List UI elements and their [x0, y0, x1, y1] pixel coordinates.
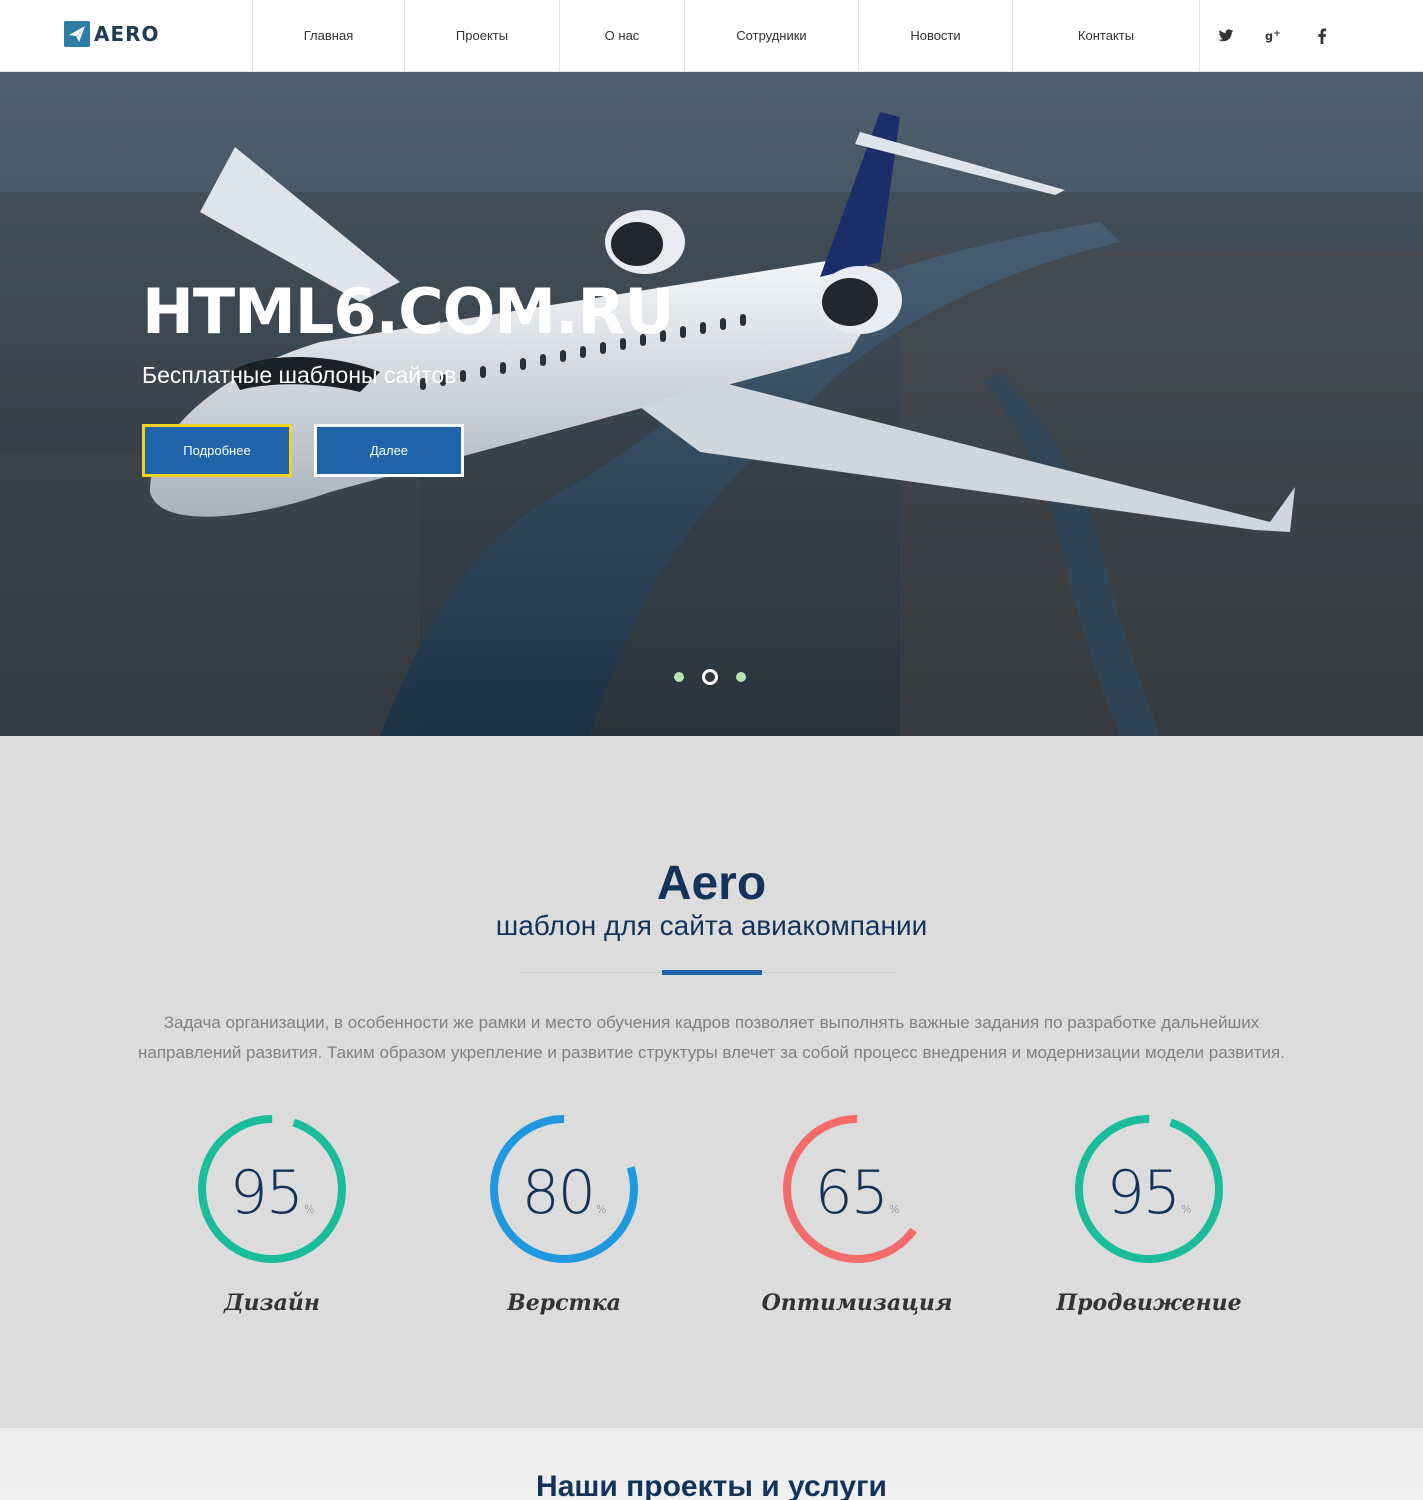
stat-promotion: 95% Продвижение — [1056, 1114, 1242, 1334]
facebook-icon[interactable] — [1311, 25, 1333, 47]
stat-label: Оптимизация — [761, 1290, 953, 1316]
slider-pagination — [674, 669, 746, 685]
stat-label: Дизайн — [224, 1290, 320, 1316]
logo-text: AERO — [94, 22, 160, 46]
hero-subtitle: Бесплатные шаблоны сайтов — [142, 362, 457, 388]
slide-dot-2-active[interactable] — [702, 669, 718, 685]
section-subtitle: шаблон для сайта авиакомпании — [495, 910, 928, 941]
services-section: Наши проекты и услуги — [0, 1428, 1423, 1500]
hero-title: HTML6.COM.RU — [142, 275, 675, 348]
stat-value: 95 — [229, 1158, 304, 1228]
stat-value: 80 — [521, 1158, 596, 1228]
slide-dot-1[interactable] — [674, 672, 684, 682]
stat-markup: 80% Верстка — [479, 1114, 649, 1334]
about-description: Задача организации, в особенности же рам… — [137, 1013, 1285, 1062]
divider-accent — [662, 970, 762, 975]
nav-item-staff[interactable]: Сотрудники — [684, 0, 858, 71]
airplane-over-city-image — [0, 72, 1423, 736]
stat-optimization: 65% Оптимизация — [762, 1114, 952, 1334]
logo[interactable]: AERO — [64, 21, 160, 47]
google-plus-icon[interactable]: g + — [1263, 25, 1285, 47]
nav-item-contacts[interactable]: Контакты — [1012, 0, 1200, 71]
nav-item-projects[interactable]: Проекты — [404, 0, 559, 71]
svg-text:+: + — [1273, 29, 1281, 39]
stat-unit: % — [1180, 1203, 1192, 1216]
svg-text:g: g — [1265, 29, 1273, 42]
section-title: Aero — [656, 857, 767, 910]
paper-plane-logo-icon — [64, 21, 90, 47]
hero-slider: HTML6.COM.RU Бесплатные шаблоны сайтов П… — [0, 72, 1423, 736]
next-button[interactable]: Далее — [314, 424, 464, 477]
stat-unit: % — [595, 1203, 607, 1216]
nav-item-about[interactable]: О нас — [559, 0, 684, 71]
stat-unit: % — [888, 1203, 900, 1216]
nav-item-news[interactable]: Новости — [858, 0, 1012, 71]
stat-label: Продвижение — [1056, 1290, 1242, 1316]
about-section: Aero шаблон для сайта авиакомпании Задач… — [0, 736, 1423, 1428]
stat-unit: % — [303, 1203, 315, 1216]
stat-value: 95 — [1106, 1158, 1181, 1228]
nav-item-home[interactable]: Главная — [252, 0, 404, 71]
social-links: g + — [1215, 0, 1333, 71]
more-button[interactable]: Подробнее — [142, 424, 292, 477]
stat-design: 95% Дизайн — [187, 1114, 357, 1334]
stat-value: 65 — [814, 1158, 889, 1228]
twitter-icon[interactable] — [1215, 25, 1237, 47]
stat-label: Верстка — [507, 1290, 621, 1316]
site-header: AERO Главная Проекты О нас Сотрудники Но… — [0, 0, 1423, 72]
section-title: Наши проекты и услуги — [536, 1470, 887, 1500]
main-nav: Главная Проекты О нас Сотрудники Новости… — [252, 0, 1200, 71]
slide-dot-3[interactable] — [736, 672, 746, 682]
